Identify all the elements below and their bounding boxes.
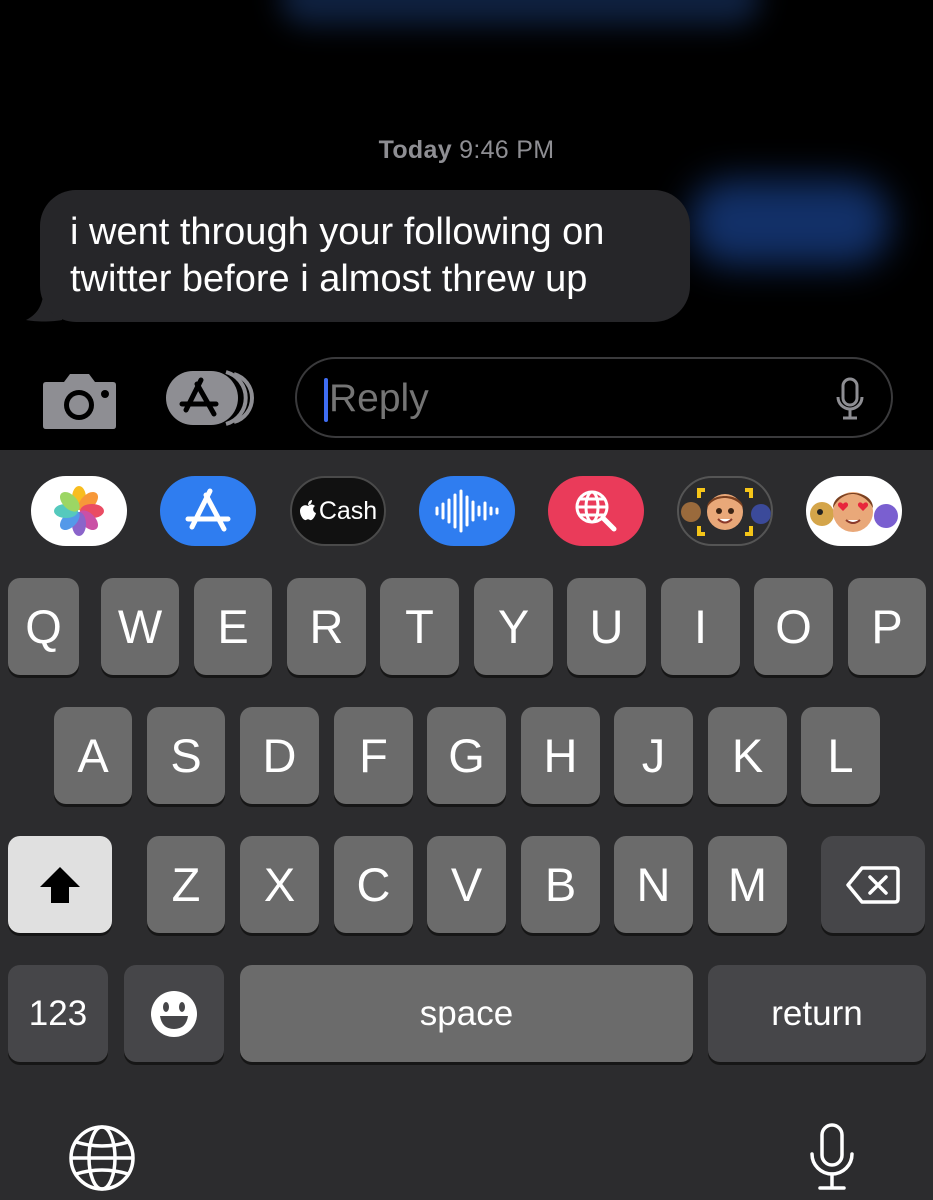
blurred-header: [280, 0, 760, 25]
return-key[interactable]: return: [708, 965, 926, 1062]
camera-button[interactable]: [42, 372, 117, 430]
key-r[interactable]: R: [287, 578, 366, 675]
microphone-icon[interactable]: [808, 1122, 856, 1194]
app-store-icon: [185, 488, 231, 532]
space-key[interactable]: space: [240, 965, 693, 1062]
key-n[interactable]: N: [614, 836, 693, 933]
message-text-line-2: twitter before i almost threw up: [70, 258, 588, 300]
app-store-icon: [166, 370, 254, 426]
waveform-icon: [435, 489, 499, 533]
key-f[interactable]: F: [334, 707, 413, 804]
key-w[interactable]: W: [101, 578, 179, 675]
photos-app[interactable]: [31, 476, 127, 546]
apple-cash-app[interactable]: Cash: [290, 476, 386, 546]
shift-arrow-icon: [40, 866, 80, 903]
key-i[interactable]: I: [661, 578, 740, 675]
timestamp-day: Today: [378, 136, 452, 164]
backspace-icon: [846, 865, 900, 904]
key-u[interactable]: U: [567, 578, 646, 675]
numbers-key[interactable]: 123: [8, 965, 108, 1062]
keyboard: Cash Q W E R T Y U I O P A S D F G H J K…: [0, 450, 933, 1200]
reply-text-field[interactable]: [295, 357, 893, 438]
globe-icon[interactable]: [68, 1124, 136, 1192]
microphone-icon[interactable]: [835, 377, 865, 421]
key-d[interactable]: D: [240, 707, 319, 804]
apps-button[interactable]: [164, 368, 256, 428]
key-e[interactable]: E: [194, 578, 272, 675]
blurred-redaction: [690, 180, 890, 265]
shift-key[interactable]: [8, 836, 112, 933]
key-a[interactable]: A: [54, 707, 132, 804]
key-q[interactable]: Q: [8, 578, 79, 675]
key-o[interactable]: O: [754, 578, 833, 675]
key-b[interactable]: B: [521, 836, 600, 933]
memoji-icon: [681, 488, 771, 536]
memoji-stickers-icon: [810, 492, 898, 532]
app-store-app[interactable]: [160, 476, 256, 546]
audio-message-app[interactable]: [419, 476, 515, 546]
key-v[interactable]: V: [427, 836, 506, 933]
text-cursor: [324, 378, 328, 422]
emoji-icon: [151, 990, 197, 1037]
key-p[interactable]: P: [848, 578, 926, 675]
camera-icon: [43, 374, 116, 429]
key-s[interactable]: S: [147, 707, 225, 804]
delete-key[interactable]: [821, 836, 925, 933]
key-k[interactable]: K: [708, 707, 787, 804]
key-x[interactable]: X: [240, 836, 319, 933]
message-timestamp: Today 9:46 PM: [0, 136, 933, 165]
apple-cash-label: Cash: [318, 496, 378, 525]
key-h[interactable]: H: [521, 707, 600, 804]
memoji-app[interactable]: [677, 476, 773, 546]
key-z[interactable]: Z: [147, 836, 225, 933]
key-g[interactable]: G: [427, 707, 506, 804]
globe-search-icon: [575, 490, 617, 532]
key-m[interactable]: M: [708, 836, 787, 933]
timestamp-time: 9:46 PM: [459, 136, 555, 164]
key-t[interactable]: T: [380, 578, 459, 675]
photos-icon: [54, 486, 104, 536]
emoji-key[interactable]: [124, 965, 224, 1062]
apple-logo-icon: [299, 500, 316, 521]
reply-input[interactable]: [329, 377, 809, 421]
incoming-message-bubble[interactable]: i went through your following on twitter…: [40, 190, 690, 322]
key-y[interactable]: Y: [474, 578, 553, 675]
key-j[interactable]: J: [614, 707, 693, 804]
memoji-stickers-app[interactable]: [806, 476, 902, 546]
key-l[interactable]: L: [801, 707, 880, 804]
key-c[interactable]: C: [334, 836, 413, 933]
message-text-line-1: i went through your following on: [70, 211, 605, 253]
gif-search-app[interactable]: [548, 476, 644, 546]
